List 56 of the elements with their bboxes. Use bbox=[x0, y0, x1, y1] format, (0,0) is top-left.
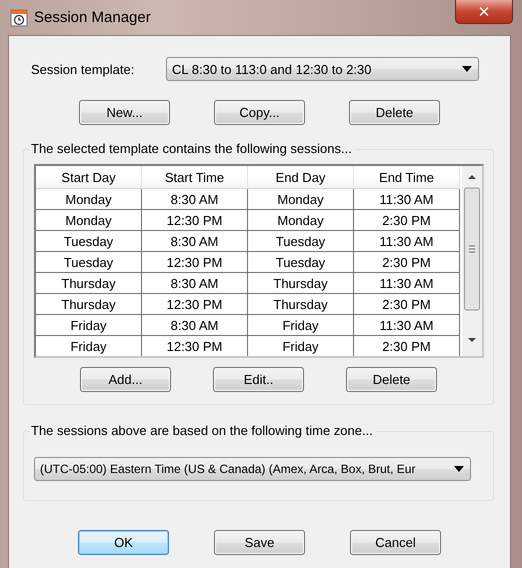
table-cell: Tuesday bbox=[248, 231, 354, 252]
table-cell: Tuesday bbox=[248, 252, 354, 273]
table-cell: 12:30 PM bbox=[142, 252, 248, 273]
table-cell: Thursday bbox=[248, 273, 354, 294]
table-cell: 12:30 PM bbox=[142, 294, 248, 315]
table-cell: 8:30 AM bbox=[142, 273, 248, 294]
group-legend: The sessions above are based on the following time zone... bbox=[29, 423, 376, 438]
table-cell: 2:30 PM bbox=[354, 252, 460, 273]
table-cell: Monday bbox=[248, 210, 354, 231]
template-dropdown[interactable]: CL 8:30 to 113:0 and 12:30 to 2:30 bbox=[166, 57, 479, 81]
table-cell: Thursday bbox=[36, 273, 142, 294]
table-cell: 12:30 PM bbox=[142, 210, 248, 231]
table-cell: 11:30 AM bbox=[354, 189, 460, 210]
table-cell: 11:30 AM bbox=[354, 273, 460, 294]
table-cell: 2:30 PM bbox=[354, 210, 460, 231]
dialog-button[interactable]: Cancel bbox=[350, 530, 441, 555]
table-cell: 8:30 AM bbox=[142, 315, 248, 336]
table-cell: Monday bbox=[36, 189, 142, 210]
session-button[interactable]: Add... bbox=[80, 367, 171, 392]
table-cell: 8:30 AM bbox=[142, 231, 248, 252]
session-button[interactable]: Edit.. bbox=[213, 367, 304, 392]
calendar-clock-icon bbox=[10, 8, 28, 26]
scrollbar[interactable] bbox=[462, 166, 482, 356]
table-cell: Tuesday bbox=[36, 252, 142, 273]
table-cell: 2:30 PM bbox=[354, 294, 460, 315]
template-button[interactable]: Delete bbox=[349, 100, 440, 125]
template-button[interactable]: New... bbox=[79, 100, 170, 125]
session-button[interactable]: Delete bbox=[346, 367, 437, 392]
column-header[interactable]: End Time bbox=[354, 166, 460, 189]
column-header[interactable]: Start Time bbox=[142, 166, 248, 189]
close-button[interactable]: ✕ bbox=[455, 0, 513, 24]
table-cell: Monday bbox=[36, 210, 142, 231]
dropdown-caret-icon bbox=[462, 66, 472, 72]
table-cell: 11:30 AM bbox=[354, 231, 460, 252]
template-label: Session template: bbox=[31, 62, 136, 76]
table-cell: 8:30 AM bbox=[142, 189, 248, 210]
dialog-button[interactable]: Save bbox=[214, 530, 305, 555]
column-header[interactable]: End Day bbox=[248, 166, 354, 189]
dialog-button[interactable]: OK bbox=[78, 530, 169, 555]
table-cell: Thursday bbox=[36, 294, 142, 315]
table-cell: Thursday bbox=[248, 294, 354, 315]
table-cell: Friday bbox=[36, 315, 142, 336]
table-cell: 11:30 AM bbox=[354, 315, 460, 336]
group-legend: The selected template contains the following sessions... bbox=[29, 141, 355, 156]
table-cell: 2:30 PM bbox=[354, 336, 460, 356]
table-cell: Friday bbox=[36, 336, 142, 356]
table-cell: Friday bbox=[248, 336, 354, 356]
table-cell: Friday bbox=[248, 315, 354, 336]
window-title: Session Manager bbox=[34, 9, 151, 26]
timezone-dropdown[interactable]: (UTC-05:00) Eastern Time (US & Canada) (Amex, Arca, Box, Brut, Eur bbox=[34, 457, 471, 481]
table-cell: Monday bbox=[248, 189, 354, 210]
dropdown-caret-icon bbox=[454, 466, 464, 472]
column-header[interactable]: Start Day bbox=[36, 166, 142, 189]
template-button[interactable]: Copy... bbox=[214, 100, 305, 125]
table-cell: Tuesday bbox=[36, 231, 142, 252]
table-cell: 12:30 PM bbox=[142, 336, 248, 356]
